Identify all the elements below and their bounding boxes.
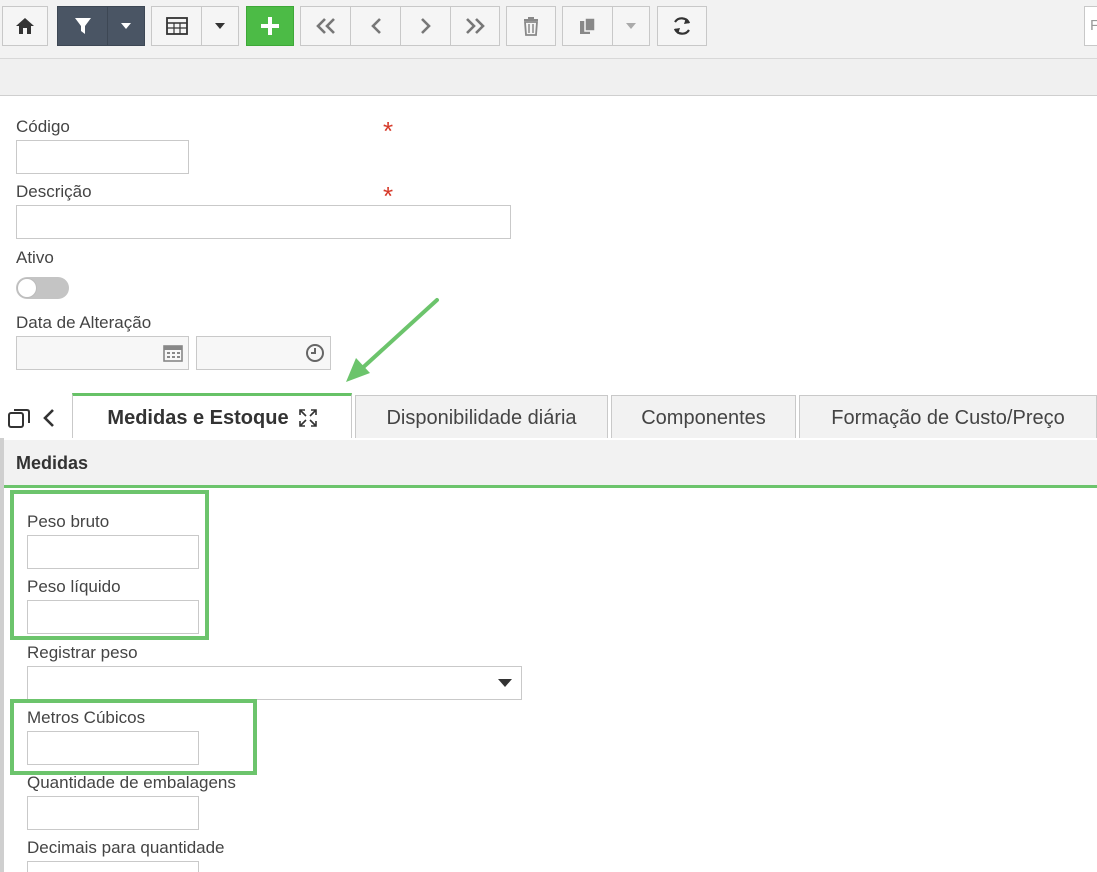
- calendar-icon: [163, 345, 183, 362]
- tab-medidas-estoque[interactable]: Medidas e Estoque: [72, 393, 352, 440]
- duplicate-window-icon[interactable]: [7, 406, 31, 430]
- previous-record-button[interactable]: [350, 6, 400, 46]
- caret-down-icon: [121, 23, 131, 29]
- last-record-button[interactable]: [450, 6, 500, 46]
- copy-dropdown-button[interactable]: [612, 6, 650, 46]
- clock-icon: [306, 344, 324, 362]
- registrar-peso-select[interactable]: [27, 666, 522, 700]
- caret-down-icon: [215, 23, 225, 29]
- annotation-highlight-metros-cubicos: [10, 699, 257, 775]
- annotation-arrow-icon: [346, 298, 439, 382]
- section-header-medidas: Medidas: [4, 440, 1097, 488]
- codigo-label: Código: [16, 117, 70, 136]
- plus-icon: [261, 17, 279, 35]
- descricao-input[interactable]: [16, 205, 511, 239]
- search-input[interactable]: F: [1084, 6, 1097, 46]
- copy-button[interactable]: [562, 6, 612, 46]
- tabs-row: Medidas e Estoque Disponibilidade diária…: [0, 390, 1097, 440]
- descricao-required-mark: *: [383, 181, 394, 211]
- table-icon: [165, 17, 188, 35]
- next-record-button[interactable]: [400, 6, 450, 46]
- quantidade-embalagens-label: Quantidade de embalagens: [27, 773, 236, 792]
- grid-view-button[interactable]: [151, 6, 201, 46]
- codigo-input[interactable]: [16, 140, 189, 174]
- ativo-toggle[interactable]: [16, 277, 69, 299]
- annotation-highlight-peso: [10, 490, 209, 640]
- chevron-right-icon: [420, 18, 431, 34]
- filter-icon: [74, 18, 91, 34]
- expand-icon[interactable]: [298, 409, 317, 427]
- tab-disponibilidade-diaria[interactable]: Disponibilidade diária: [355, 395, 608, 440]
- codigo-required-mark: *: [383, 116, 394, 146]
- caret-down-icon: [498, 679, 512, 687]
- filter-dropdown-button[interactable]: [107, 6, 145, 46]
- toolbar: F: [0, 0, 1097, 59]
- caret-down-icon: [626, 23, 636, 29]
- home-icon: [16, 18, 34, 34]
- filter-button[interactable]: [57, 6, 107, 46]
- toggle-knob: [17, 278, 37, 298]
- trash-icon: [524, 17, 538, 36]
- tab-label: Medidas e Estoque: [107, 406, 289, 429]
- refresh-icon: [674, 17, 690, 35]
- first-record-button[interactable]: [300, 6, 350, 46]
- data-alteracao-time-input[interactable]: [196, 336, 331, 370]
- tab-formacao-custo-preco[interactable]: Formação de Custo/Preço: [799, 395, 1097, 440]
- section-title: Medidas: [16, 453, 89, 473]
- data-alteracao-date-input[interactable]: [16, 336, 189, 370]
- tab-componentes[interactable]: Componentes: [611, 395, 796, 440]
- double-chevron-right-icon: [466, 18, 485, 34]
- quantidade-embalagens-input[interactable]: [27, 796, 199, 830]
- tab-label: Disponibilidade diária: [386, 406, 577, 429]
- subheader-bar: [0, 59, 1097, 96]
- registrar-peso-label: Registrar peso: [27, 643, 138, 662]
- add-button[interactable]: [246, 6, 294, 46]
- decimais-quantidade-input[interactable]: [27, 861, 199, 872]
- ativo-label: Ativo: [16, 248, 54, 267]
- copy-icon: [579, 17, 596, 34]
- refresh-button[interactable]: [657, 6, 707, 46]
- double-chevron-left-icon: [315, 18, 335, 34]
- tab-label: Componentes: [641, 406, 766, 429]
- tab-label: Formação de Custo/Preço: [831, 406, 1065, 429]
- data-alteracao-label: Data de Alteração: [16, 313, 152, 332]
- tabs-scroll-left-icon[interactable]: [42, 408, 56, 428]
- descricao-label: Descrição: [16, 182, 92, 201]
- delete-button[interactable]: [506, 6, 556, 46]
- decimais-quantidade-label: Decimais para quantidade: [27, 838, 225, 857]
- chevron-left-icon: [370, 18, 381, 34]
- search-placeholder: F: [1090, 17, 1097, 34]
- grid-view-dropdown-button[interactable]: [201, 6, 239, 46]
- home-button[interactable]: [2, 6, 48, 46]
